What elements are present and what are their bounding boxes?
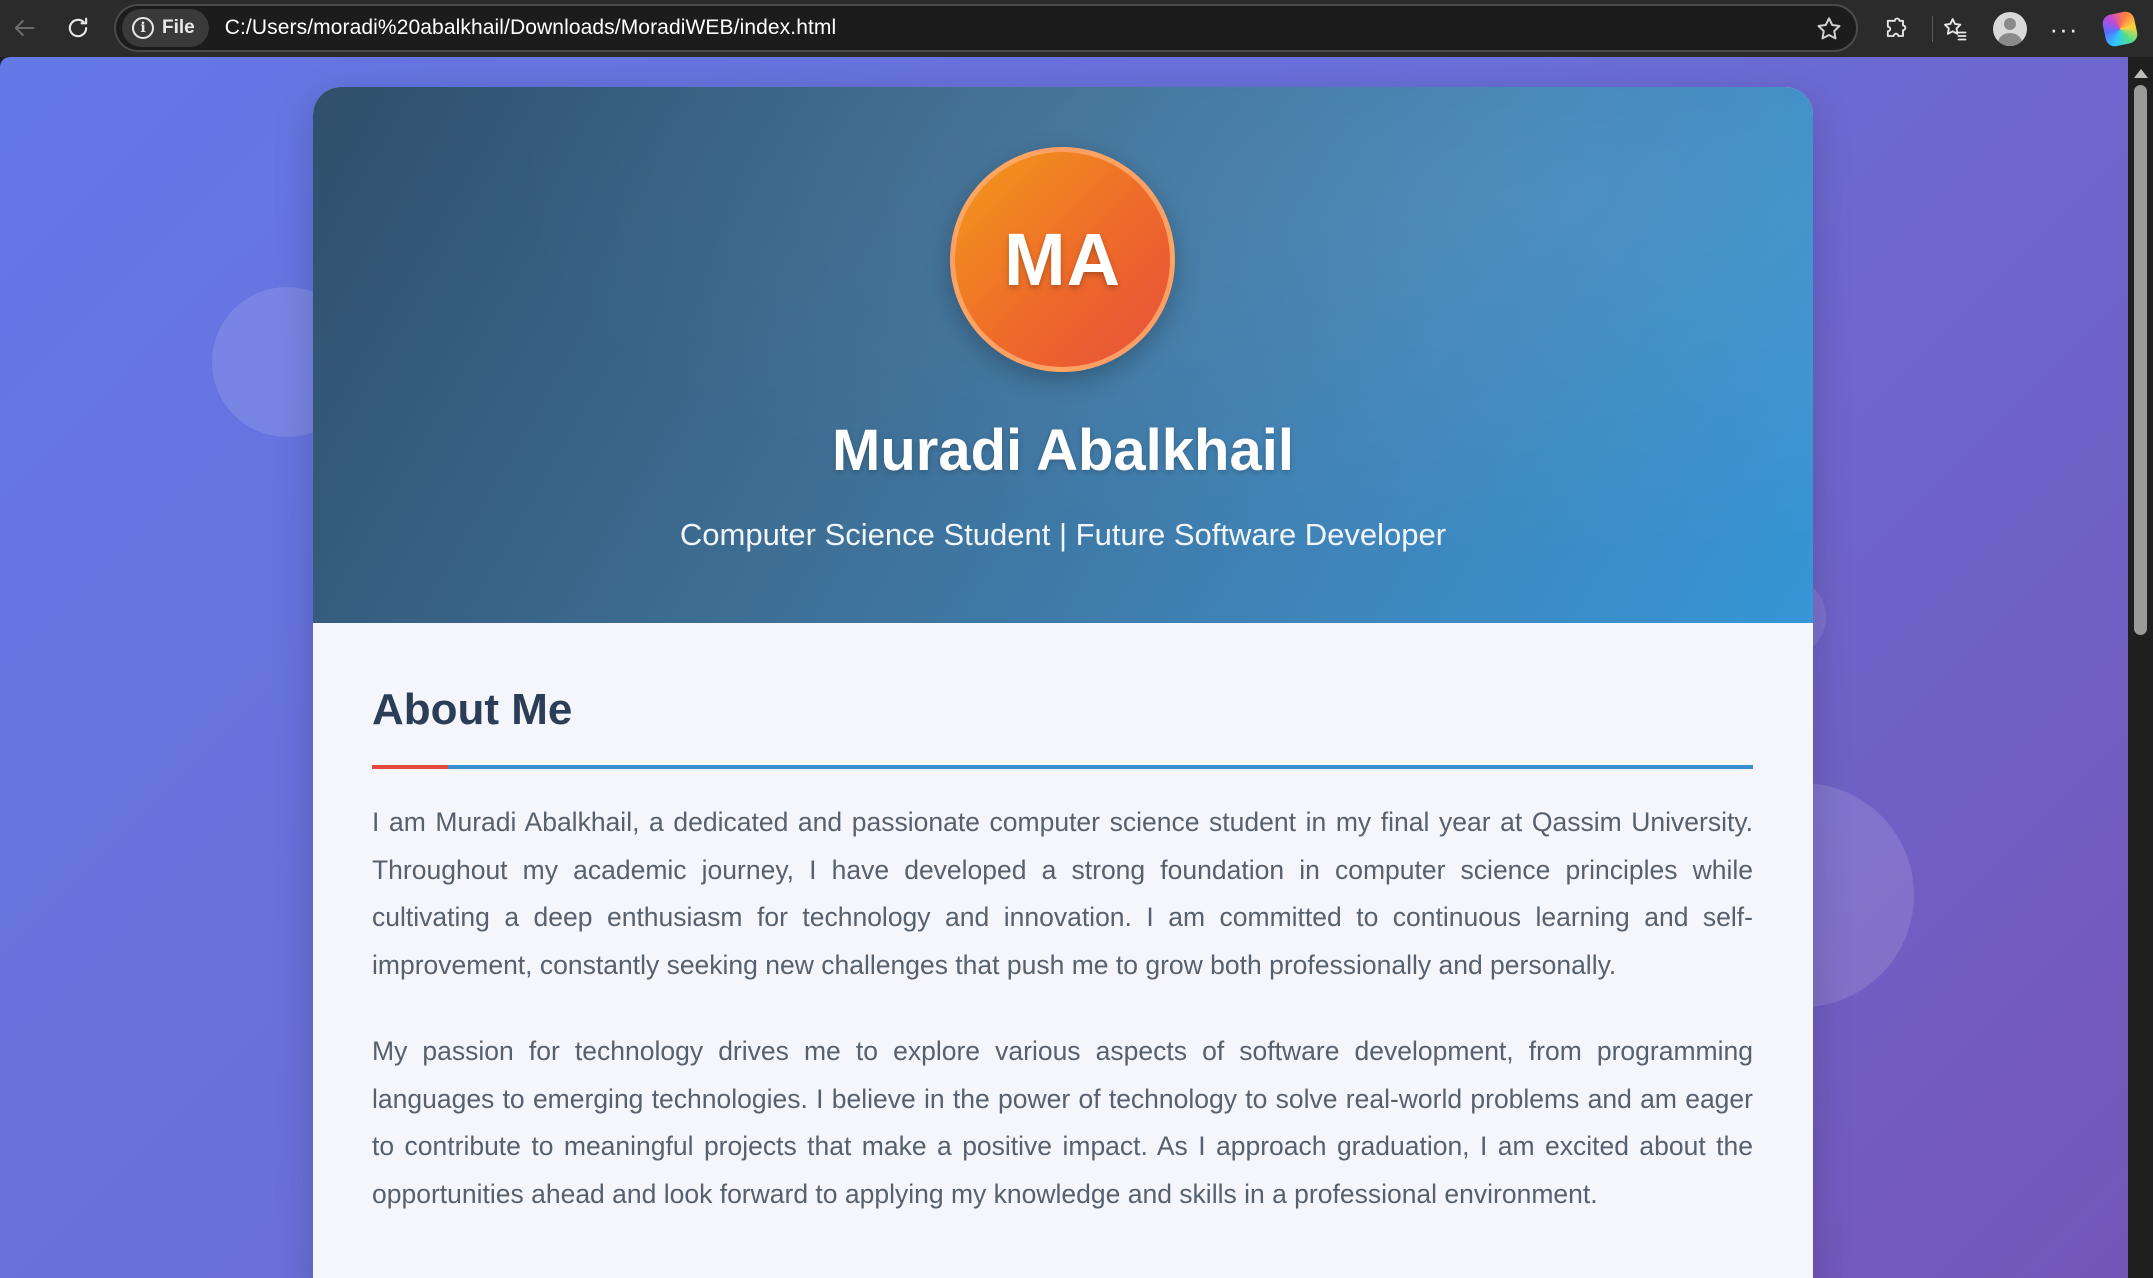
reload-button[interactable] bbox=[58, 8, 98, 48]
back-button[interactable] bbox=[4, 8, 44, 48]
add-favorite-button[interactable] bbox=[1814, 14, 1844, 44]
address-bar[interactable]: i File C:/Users/moradi%20abalkhail/Downl… bbox=[114, 4, 1858, 52]
about-paragraph: I am Muradi Abalkhail, a dedicated and p… bbox=[372, 807, 1753, 980]
section-divider bbox=[372, 765, 1753, 769]
copilot-button[interactable] bbox=[2100, 9, 2140, 49]
scheme-label: File bbox=[162, 17, 195, 38]
scroll-up-arrow-icon[interactable] bbox=[2134, 69, 2148, 78]
more-icon: ··· bbox=[2049, 13, 2079, 44]
settings-more-button[interactable]: ··· bbox=[2044, 9, 2084, 49]
profile-tagline: Computer Science Student | Future Softwa… bbox=[679, 517, 1447, 552]
profile-icon bbox=[1993, 12, 2027, 46]
scrollbar-thumb[interactable] bbox=[2134, 85, 2147, 635]
section-title: About Me bbox=[372, 685, 573, 734]
avatar-initials: MA bbox=[1003, 218, 1122, 301]
browser-toolbar: i File C:/Users/moradi%20abalkhail/Downl… bbox=[0, 0, 2153, 57]
profile-header: MA Muradi Abalkhail Computer Science Stu… bbox=[313, 87, 1813, 623]
avatar: MA bbox=[950, 147, 1175, 372]
copilot-icon bbox=[2101, 10, 2139, 48]
reload-icon bbox=[68, 17, 88, 38]
page-viewport: MA Muradi Abalkhail Computer Science Stu… bbox=[0, 57, 2128, 1278]
puzzle-icon bbox=[1886, 17, 1907, 37]
back-arrow-icon bbox=[14, 19, 35, 37]
star-icon bbox=[1817, 17, 1841, 40]
profile-button[interactable] bbox=[1990, 9, 2030, 49]
profile-name: Muradi Abalkhail bbox=[832, 418, 1294, 483]
favorites-icon bbox=[1944, 18, 1967, 41]
site-info-chip[interactable]: i File bbox=[122, 9, 209, 47]
url-text[interactable]: C:/Users/moradi%20abalkhail/Downloads/Mo… bbox=[225, 16, 837, 40]
favorites-button[interactable] bbox=[1935, 9, 1975, 49]
about-section: About Me I am Muradi Abalkhail, a dedica… bbox=[313, 623, 1813, 1218]
extensions-button[interactable] bbox=[1876, 9, 1916, 49]
vertical-scrollbar[interactable] bbox=[2128, 57, 2153, 1278]
profile-card: MA Muradi Abalkhail Computer Science Stu… bbox=[313, 87, 1813, 1278]
info-icon: i bbox=[132, 17, 154, 39]
toolbar-divider bbox=[1932, 16, 1933, 42]
about-paragraph: My passion for technology drives me to e… bbox=[372, 1036, 1753, 1209]
